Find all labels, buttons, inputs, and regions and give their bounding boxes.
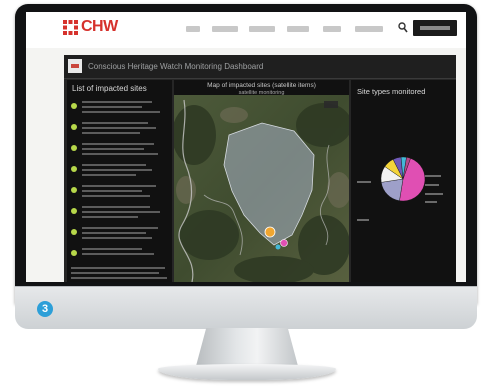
site-text-line	[82, 216, 138, 218]
site-bullet-icon	[71, 187, 77, 193]
site-text-line	[82, 227, 158, 229]
site-bullet-icon	[71, 103, 77, 109]
site-list-item[interactable]	[71, 121, 171, 138]
nav-link-2[interactable]	[212, 26, 238, 32]
site-text-line	[82, 111, 160, 113]
site-text-line	[82, 211, 160, 213]
nav-link-5[interactable]	[323, 26, 341, 32]
footer-text-line	[71, 267, 165, 269]
site-text-line	[82, 248, 142, 250]
site-text-line	[82, 153, 158, 155]
site-text-line	[82, 206, 150, 208]
site-text-line	[82, 148, 144, 150]
site-list-item[interactable]	[71, 205, 171, 222]
site-text-line	[82, 232, 146, 234]
site-marker-icon	[280, 239, 288, 247]
monitor-chin	[15, 286, 477, 329]
impacted-sites-map-panel: Map of impacted sites (satellite items) …	[174, 80, 349, 282]
site-header: CHW	[26, 12, 466, 48]
pie-label-line	[425, 201, 437, 203]
site-bullet-icon	[71, 208, 77, 214]
pie-slice-2[interactable]	[381, 178, 404, 201]
site-bullet-icon	[71, 124, 77, 130]
pie-chart-title: Site types monitored	[357, 87, 426, 96]
site-text-line	[82, 106, 142, 108]
dashboard-title: Conscious Heritage Watch Monitoring Dash…	[88, 62, 264, 71]
pie-label-line	[425, 193, 443, 195]
nav-link-3[interactable]	[249, 26, 275, 32]
site-text-line	[82, 195, 150, 197]
site-bullet-icon	[71, 250, 77, 256]
footer-text-line	[71, 272, 159, 274]
site-list-item[interactable]	[71, 247, 171, 264]
site-text-line	[82, 169, 152, 171]
monitor-screen: CHW Conscious Heritage Watch Monitoring …	[26, 12, 466, 282]
site-list-item[interactable]	[71, 163, 171, 180]
impacted-sites-panel: List of impacted sites	[67, 80, 172, 282]
site-text-line	[82, 101, 152, 103]
site-text-line	[82, 253, 154, 255]
site-list-item[interactable]	[71, 226, 171, 243]
figure-number-badge: 3	[37, 301, 53, 317]
monitoring-dashboard: Conscious Heritage Watch Monitoring Dash…	[64, 55, 456, 282]
site-marker-icon	[264, 226, 276, 238]
dashboard-header: Conscious Heritage Watch Monitoring Dash…	[64, 55, 456, 79]
nav-link-1[interactable]	[186, 26, 200, 32]
site-text-line	[82, 174, 136, 176]
site-text-line	[82, 185, 156, 187]
satellite-map[interactable]	[174, 95, 349, 282]
chw-logo-icon[interactable]	[63, 20, 78, 35]
site-bullet-icon	[71, 166, 77, 172]
site-text-line	[82, 190, 142, 192]
site-text-line	[82, 143, 154, 145]
subscribe-button-label	[420, 26, 450, 30]
site-text-line	[82, 237, 152, 239]
site-logo-text[interactable]: CHW	[81, 18, 118, 36]
pie-label-line	[357, 219, 369, 221]
site-types-pie-chart[interactable]	[351, 135, 456, 225]
monitor-stand-neck	[196, 328, 298, 366]
pie-label-line	[425, 175, 441, 177]
site-bullet-icon	[71, 229, 77, 235]
subscribe-button[interactable]	[413, 20, 457, 36]
site-types-panel: Site types monitored	[351, 80, 456, 282]
site-list-item[interactable]	[71, 142, 171, 159]
site-text-line	[82, 122, 148, 124]
nav-link-6[interactable]	[355, 26, 383, 32]
map-zoom-control	[324, 101, 338, 108]
pie-label-line	[357, 181, 371, 183]
site-text-line	[82, 127, 156, 129]
site-list-item[interactable]	[71, 100, 171, 117]
dashboard-logo-icon	[68, 59, 82, 73]
site-list-item[interactable]	[71, 184, 171, 201]
nav-link-4[interactable]	[287, 26, 309, 32]
footer-text-line	[71, 277, 167, 279]
site-text-line	[82, 164, 146, 166]
site-text-line	[82, 132, 140, 134]
pie-label-line	[425, 184, 439, 186]
monitor-stand-base	[158, 364, 336, 380]
site-marker-icon	[275, 244, 281, 250]
site-bullet-icon	[71, 145, 77, 151]
impacted-sites-title: List of impacted sites	[72, 84, 147, 93]
search-icon[interactable]	[398, 22, 408, 34]
